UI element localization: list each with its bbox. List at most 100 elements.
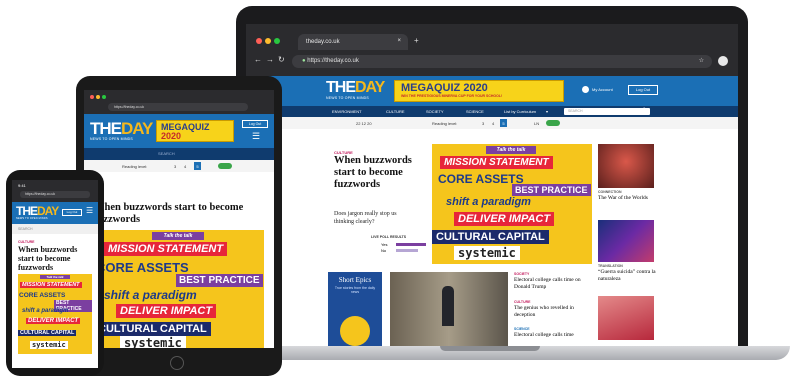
new-tab-icon[interactable]: + [414, 36, 419, 45]
reading-level-label: Reading level: [432, 121, 458, 126]
phone-search-input[interactable]: SEARCH [12, 224, 98, 234]
side-category-3: SCIENCE [514, 327, 530, 331]
chevron-down-icon[interactable]: ▾ [546, 109, 548, 114]
bottom-right-image[interactable] [598, 296, 654, 340]
star-icon[interactable]: ☆ [699, 57, 704, 64]
megaquiz-banner[interactable]: MEGAQUIZ 2020 WIN THE PRESTIGIOUS MINERV… [394, 80, 564, 102]
laptop-notch [440, 346, 540, 351]
guerra-suicida-image[interactable] [598, 220, 654, 262]
url-text: https://theday.co.uk [307, 58, 359, 64]
tablet-logo[interactable]: THEDAY NEWS TO OPEN MINDS [90, 120, 153, 141]
side-title-2[interactable]: The genius who revelled in deception [514, 305, 594, 319]
level-5[interactable]: 5 [500, 119, 507, 127]
language-label: LN [534, 121, 540, 126]
search-icon[interactable]: ⚲ [642, 107, 646, 114]
poster-line6: CULTURAL CAPITAL [432, 230, 549, 244]
tablet-screen: https://theday.co.uk THEDAY NEWS TO OPEN… [84, 90, 274, 348]
poll-title: LIVE POLL RESULTS [371, 235, 407, 239]
poll-yes-label: Yes [381, 242, 388, 247]
side-category-1: SOCIETY [514, 272, 530, 276]
tablet-browser-chrome: https://theday.co.uk [84, 90, 274, 114]
tablet-language-toggle[interactable] [218, 163, 232, 169]
phone-menu-icon[interactable]: ☰ [86, 207, 93, 215]
back-arrow-icon[interactable]: ← [254, 55, 262, 64]
tablet-level-4[interactable]: 4 [184, 164, 186, 169]
side-title-1[interactable]: Electoral college calls time on Donald T… [514, 277, 594, 291]
nav-environment[interactable]: ENVIRONMENT [332, 109, 362, 114]
poster-line7: systemic [454, 246, 520, 260]
poll-no-bar [396, 249, 418, 252]
right-category-2: TRANSLATION [598, 264, 623, 268]
buzzword-poster[interactable]: Talk the talk MISSION STATEMENT CORE ASS… [432, 144, 592, 264]
maximize-window-icon[interactable] [274, 38, 280, 44]
tablet-minimize-icon[interactable] [96, 95, 100, 99]
capitol-photo[interactable] [390, 272, 508, 346]
tablet-level-5[interactable]: 5 [194, 162, 201, 170]
poster-line2: CORE ASSETS [438, 172, 524, 186]
phone-poster[interactable]: Talk the talk MISSION STATEMENT CORE ASS… [18, 274, 92, 354]
nav-curriculum[interactable]: List by Curriculum [504, 109, 536, 114]
nav-culture[interactable]: CULTURE [386, 109, 405, 114]
forward-arrow-icon[interactable]: → [266, 55, 274, 64]
logo-tagline: NEWS TO OPEN MINDS [326, 96, 369, 100]
side-title-3[interactable]: Electoral college calls time [514, 332, 594, 339]
poster-line5: DELIVER IMPACT [454, 212, 555, 226]
tablet-home-button[interactable] [170, 356, 184, 370]
phone-headline[interactable]: When buzzwords start to become fuzzwords [18, 245, 94, 272]
profile-icon[interactable] [718, 56, 728, 66]
poll-no-label: No [381, 248, 387, 253]
article-headline[interactable]: When buzzwords start to become fuzzwords [334, 155, 434, 191]
my-account-link[interactable]: My Account [592, 87, 613, 92]
tablet-headline[interactable]: When buzzwords start to become fuzzwords [94, 202, 264, 226]
right-category-1: CONNECTION [598, 190, 622, 194]
tablet-menu-icon[interactable]: ☰ [252, 132, 260, 141]
search-input[interactable]: SEARCH [564, 108, 650, 115]
right-title-2[interactable]: “Guerra suicida” contra la naturaleza [598, 269, 656, 283]
photo-figure [442, 286, 454, 326]
phone-status-bar: 9:41 https://theday.co.uk [12, 180, 98, 202]
tablet-address-bar[interactable]: https://theday.co.uk [108, 103, 248, 111]
browser-chrome: theday.co.uk × + ← → ↻ ● https://theday.… [246, 24, 738, 76]
phone-logo[interactable]: THEDAY NEWS TO OPEN MINDS [16, 205, 59, 220]
laptop-screen: theday.co.uk × + ← → ↻ ● https://theday.… [246, 24, 738, 346]
tool-row: 22 12 20 Reading level: 3 4 5 LN [246, 117, 738, 129]
phone-category: CULTURE [18, 240, 35, 244]
tablet-logout-button[interactable]: Log Out [242, 120, 268, 128]
nav-science[interactable]: SCIENCE [466, 109, 484, 114]
account-icon[interactable] [582, 86, 589, 93]
tablet-level-3[interactable]: 3 [174, 164, 176, 169]
language-toggle[interactable] [546, 120, 560, 126]
short-epics-title: Short Epics [338, 276, 372, 284]
tab-close-icon[interactable]: × [397, 38, 401, 44]
war-of-worlds-image[interactable] [598, 144, 654, 188]
tablet-maximize-icon[interactable] [102, 95, 106, 99]
right-title-1[interactable]: The War of the Worlds [598, 195, 656, 202]
poll-yes-bar [396, 243, 426, 246]
tablet-search-input[interactable]: SEARCH [158, 151, 175, 156]
phone-address-bar[interactable]: https://theday.co.uk [20, 191, 90, 198]
tablet-poster[interactable]: Talk the talk MISSION STATEMENT CORE ASS… [94, 230, 264, 348]
site-header: THEDAY NEWS TO OPEN MINDS MEGAQUIZ 2020 … [246, 76, 738, 106]
logout-button[interactable]: Log Out [628, 85, 658, 95]
site-logo[interactable]: THEDAY NEWS TO OPEN MINDS [326, 80, 385, 101]
poster-line4: shift a paradigm [446, 196, 531, 208]
phone-logout-button[interactable]: Log Out [62, 209, 82, 216]
level-3[interactable]: 3 [482, 121, 484, 126]
tablet-megaquiz-banner[interactable]: MEGAQUIZ 2020 [156, 120, 234, 142]
address-bar[interactable]: ● https://theday.co.uk ☆ [292, 55, 712, 68]
phone-site-header: THEDAY NEWS TO OPEN MINDS Log Out ☰ [12, 202, 98, 224]
minimize-window-icon[interactable] [265, 38, 271, 44]
poster-line3: BEST PRACTICE [512, 184, 591, 196]
close-window-icon[interactable] [256, 38, 262, 44]
lock-icon: ● [302, 58, 306, 64]
level-4[interactable]: 4 [492, 121, 494, 126]
nav-society[interactable]: SOCIETY [426, 109, 444, 114]
tab-title: theday.co.uk [306, 39, 340, 45]
browser-tab[interactable]: theday.co.uk × [298, 34, 408, 50]
side-category-2: CULTURE [514, 300, 531, 304]
poster-line1: MISSION STATEMENT [440, 156, 553, 169]
main-nav: ENVIRONMENT CULTURE SOCIETY SCIENCE List… [246, 106, 738, 117]
reload-icon[interactable]: ↻ [278, 55, 285, 64]
short-epics-box[interactable]: Short Epics True stories from the daily … [328, 272, 382, 346]
tablet-close-icon[interactable] [90, 95, 94, 99]
